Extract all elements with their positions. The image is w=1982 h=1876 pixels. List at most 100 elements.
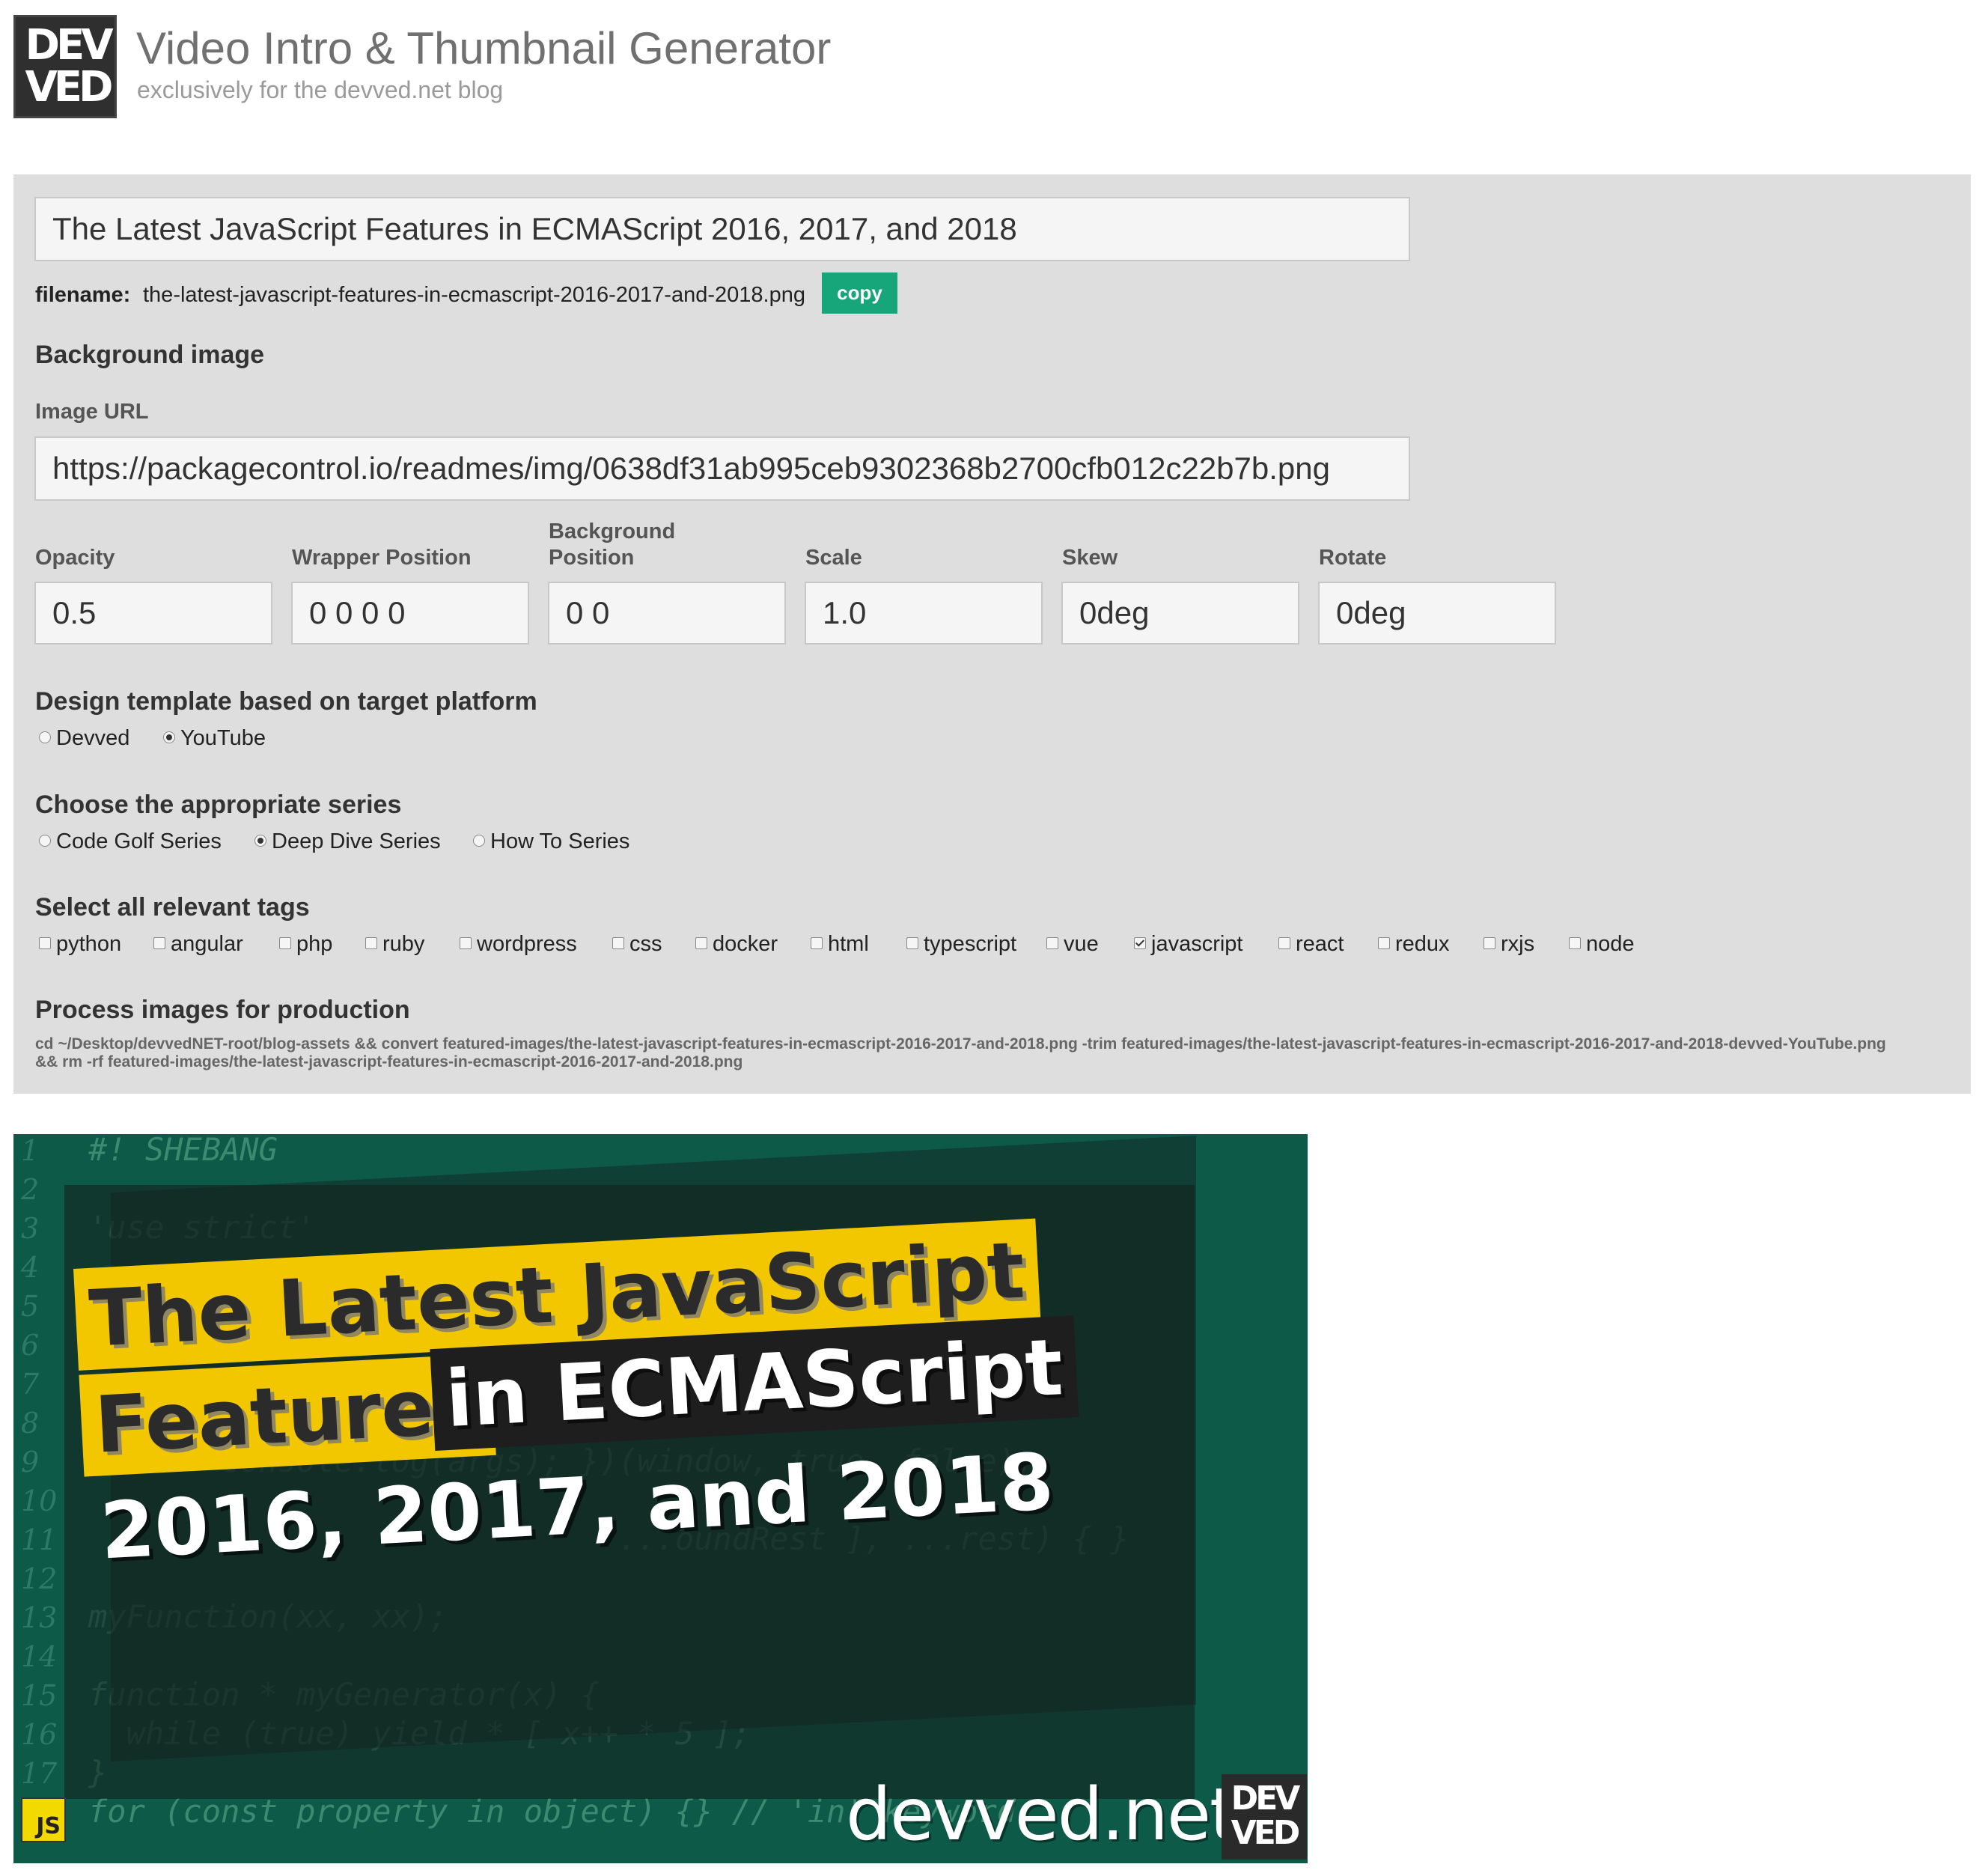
radio-youtube[interactable] [163,731,175,744]
tag-redux[interactable]: redux [1378,932,1450,957]
checkbox[interactable] [1046,937,1058,950]
tag-typescript[interactable]: typescript [906,932,1016,957]
checkbox[interactable] [365,937,377,950]
code-line-number: 6 [21,1329,40,1362]
code-line-number: 7 [21,1368,40,1401]
code-line-number: 11 [21,1523,58,1556]
brand-text: devved.net [846,1773,1238,1857]
code-line-number: 4 [21,1251,40,1284]
code-line-number: 17 [21,1757,58,1790]
checkbox[interactable] [1378,937,1390,950]
process-heading: Process images for production [35,996,410,1024]
radio-how-to[interactable] [473,835,485,847]
tags-heading: Select all relevant tags [35,893,310,922]
js-badge-text: JS [36,1813,61,1839]
tag-label: html [828,932,869,956]
checkbox[interactable] [1569,937,1581,950]
wrapper-position-input[interactable] [291,582,529,645]
tag-docker[interactable]: docker [695,932,778,957]
platform-option-youtube[interactable]: YouTube [163,726,266,751]
background-position-label-line2: Position [549,546,635,570]
checkbox[interactable] [460,937,472,950]
series-option-deep-dive[interactable]: Deep Dive Series [254,829,441,854]
checkbox[interactable] [1278,937,1290,950]
checkbox[interactable] [906,937,918,950]
checkbox[interactable] [612,937,624,950]
code-line-number: 3 [21,1212,40,1245]
checkbox[interactable] [1484,937,1495,950]
checkbox[interactable] [695,937,707,950]
devved-logo: DEV VED [13,15,117,118]
tag-rxjs[interactable]: rxjs [1484,932,1534,957]
code-line-number: 16 [21,1718,58,1751]
wrapper-position-label: Wrapper Position [292,546,472,570]
tag-css[interactable]: css [612,932,662,957]
tag-label: php [296,932,333,956]
checkbox[interactable] [279,937,291,950]
copy-button[interactable]: copy [822,272,897,314]
platform-option-label: YouTube [180,726,266,750]
series-option-code-golf[interactable]: Code Golf Series [39,829,222,854]
title-input[interactable] [34,197,1410,261]
tag-label: css [629,932,662,956]
tag-html[interactable]: html [811,932,869,957]
tag-label: node [1586,932,1635,956]
tag-python[interactable]: python [39,932,121,957]
process-command: cd ~/Desktop/devvedNET-root/blog-assets … [35,1035,1886,1071]
radio-devved[interactable] [39,731,51,744]
code-line-number: 15 [21,1679,58,1712]
image-url-input[interactable] [34,436,1410,501]
command-line: && rm -rf featured-images/the-latest-jav… [35,1053,743,1071]
platform-option-devved[interactable]: Devved [39,726,129,751]
rotate-label: Rotate [1319,546,1387,570]
code-line-number: 1 [21,1134,40,1167]
skew-input[interactable] [1061,582,1299,645]
opacity-input[interactable] [34,582,272,645]
js-logo-icon: JS [21,1797,66,1842]
tag-angular[interactable]: angular [153,932,243,957]
background-position-input[interactable] [548,582,786,645]
tag-label: typescript [924,932,1017,956]
tag-php[interactable]: php [279,932,332,957]
background-image-heading: Background image [35,341,265,369]
platform-heading: Design template based on target platform [35,687,537,716]
tag-vue[interactable]: vue [1046,932,1099,957]
checkbox-checked[interactable] [1134,937,1146,950]
tag-node[interactable]: node [1569,932,1635,957]
tag-javascript[interactable]: javascript [1134,932,1243,957]
tag-label: docker [713,932,778,956]
background-position-label-line1: Background [549,520,676,543]
checkbox[interactable] [39,937,51,950]
series-heading: Choose the appropriate series [35,791,402,819]
radio-deep-dive[interactable] [254,835,266,847]
logo-text: DEV VED [25,21,113,112]
tag-wordpress[interactable]: wordpress [460,932,577,957]
scale-input[interactable] [805,582,1043,645]
code-line-text: #! SHEBANG [88,1134,278,1168]
rotate-input[interactable] [1318,582,1556,645]
code-line-number: 12 [21,1562,58,1595]
brand-logo: DEV VED [1222,1774,1307,1860]
tag-label: angular [171,932,243,956]
code-line-number: 8 [21,1407,40,1440]
code-line-number: 14 [21,1640,58,1673]
code-line-number: 10 [21,1484,58,1517]
tag-label: ruby [382,932,425,956]
tag-label: vue [1064,932,1099,956]
filename-label: filename: [35,283,131,307]
tag-label: wordpress [477,932,577,956]
scale-label: Scale [805,546,862,570]
series-option-label: Deep Dive Series [272,829,441,853]
tag-react[interactable]: react [1278,932,1344,957]
checkbox[interactable] [811,937,823,950]
tag-label: rxjs [1501,932,1535,956]
tag-ruby[interactable]: ruby [365,932,424,957]
checkbox[interactable] [153,937,165,950]
series-option-how-to[interactable]: How To Series [473,829,629,854]
radio-code-golf[interactable] [39,835,51,847]
skew-label: Skew [1062,546,1118,570]
image-url-label: Image URL [35,400,149,424]
app-title: Video Intro & Thumbnail Generator [136,23,832,73]
code-line-number: 13 [21,1601,58,1634]
brand-logo-text: DEV VED [1231,1779,1301,1852]
